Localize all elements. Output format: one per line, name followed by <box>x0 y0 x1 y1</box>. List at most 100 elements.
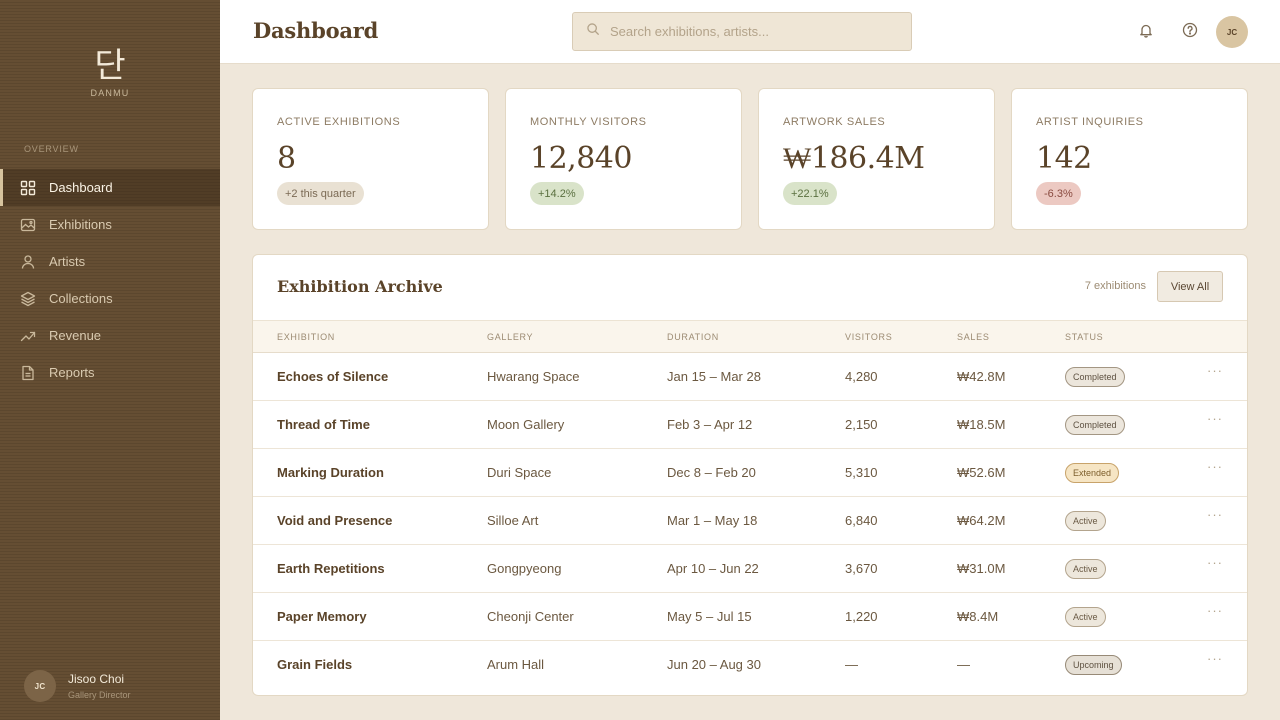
stat-value: 142 <box>1036 141 1092 176</box>
sidebar: 단 DANMU OVERVIEW Dashboard Exhibitions A… <box>0 0 220 720</box>
sidebar-item-dashboard[interactable]: Dashboard <box>0 169 220 206</box>
stat-trend-badge: +22.1% <box>783 182 837 205</box>
status-badge: Completed <box>1065 415 1125 435</box>
sales-amount: — <box>957 657 970 672</box>
exhibition-count: 7 exhibitions <box>1084 280 1146 292</box>
sidebar-item-label: Dashboard <box>49 180 113 195</box>
row-more-menu-icon[interactable]: ··· <box>1207 459 1223 474</box>
row-more-menu-icon[interactable]: ··· <box>1207 411 1223 426</box>
user-meta: Jisoo Choi Gallery Director <box>68 672 131 700</box>
sidebar-item-label: Collections <box>49 291 113 306</box>
gallery-name: Arum Hall <box>487 657 545 672</box>
user-icon <box>20 254 36 270</box>
table-row[interactable]: Paper Memory Cheonji Center May 5 – Jul … <box>253 593 1247 641</box>
visitor-count: 1,220 <box>845 609 878 624</box>
brand-name: DANMU <box>90 88 130 98</box>
image-icon <box>20 217 36 233</box>
column-header-status[interactable]: STATUS <box>1065 332 1103 342</box>
table-header: EXHIBITION GALLERY DURATION VISITORS SAL… <box>253 320 1247 353</box>
header-avatar[interactable]: JC <box>1216 16 1248 48</box>
column-header-duration[interactable]: DURATION <box>667 332 719 342</box>
status-badge: Extended <box>1065 463 1120 483</box>
exhibition-name: Echoes of Silence <box>277 369 389 384</box>
column-header-exhibition[interactable]: EXHIBITION <box>277 332 335 342</box>
sidebar-item-label: Artists <box>49 254 86 269</box>
row-more-menu-icon[interactable]: ··· <box>1207 603 1223 618</box>
exhibition-duration: Apr 10 – Jun 22 <box>667 561 759 576</box>
sidebar-item-label: Exhibitions <box>49 217 112 232</box>
stat-card-artwork-sales: ARTWORK SALES ₩186.4M +22.1% <box>758 88 995 230</box>
stat-label: ARTWORK SALES <box>783 116 886 128</box>
sales-amount: ₩42.8M <box>957 369 1006 384</box>
stat-value: 12,840 <box>530 141 632 176</box>
exhibition-duration: Dec 8 – Feb 20 <box>667 465 756 480</box>
stat-trend-badge: -6.3% <box>1036 182 1081 205</box>
sidebar-item-collections[interactable]: Collections <box>0 280 220 317</box>
brand-mark: 단 <box>94 46 126 86</box>
table-row[interactable]: Void and Presence Silloe Art Mar 1 – May… <box>253 497 1247 545</box>
view-all-button[interactable]: View All <box>1157 271 1223 302</box>
brand-logo[interactable]: 단 DANMU <box>0 46 220 98</box>
exhibition-name: Marking Duration <box>277 465 384 480</box>
table-row[interactable]: Thread of Time Moon Gallery Feb 3 – Apr … <box>253 401 1247 449</box>
stat-value: ₩186.4M <box>783 141 925 176</box>
row-more-menu-icon[interactable]: ··· <box>1207 507 1223 522</box>
exhibition-duration: May 5 – Jul 15 <box>667 609 752 624</box>
table-row[interactable]: Grain Fields Arum Hall Jun 20 – Aug 30 —… <box>253 641 1247 689</box>
exhibition-duration: Feb 3 – Apr 12 <box>667 417 753 432</box>
file-text-icon <box>20 365 36 381</box>
sales-amount: ₩31.0M <box>957 561 1006 576</box>
grid-icon <box>20 180 36 196</box>
row-more-menu-icon[interactable]: ··· <box>1207 651 1223 666</box>
exhibition-name: Void and Presence <box>277 513 393 528</box>
search-box[interactable] <box>572 12 912 51</box>
visitor-count: — <box>845 657 858 672</box>
table-row[interactable]: Echoes of Silence Hwarang Space Jan 15 –… <box>253 353 1247 401</box>
layers-icon <box>20 291 36 307</box>
help-button[interactable] <box>1180 22 1200 42</box>
gallery-name: Duri Space <box>487 465 552 480</box>
sidebar-item-reports[interactable]: Reports <box>0 354 220 391</box>
exhibition-archive-panel: Exhibition Archive 7 exhibitions View Al… <box>252 254 1248 696</box>
sidebar-item-label: Revenue <box>49 328 102 343</box>
exhibition-name: Paper Memory <box>277 609 367 624</box>
column-header-sales[interactable]: SALES <box>957 332 990 342</box>
notifications-button[interactable] <box>1136 22 1156 42</box>
stat-trend-badge: +2 this quarter <box>277 182 364 205</box>
bell-icon <box>1138 22 1154 43</box>
stat-label: ACTIVE EXHIBITIONS <box>277 116 401 128</box>
exhibition-name: Earth Repetitions <box>277 561 385 576</box>
stat-label: ARTIST INQUIRIES <box>1036 116 1144 128</box>
user-name: Jisoo Choi <box>68 672 125 686</box>
panel-title: Exhibition Archive <box>277 277 443 296</box>
visitor-count: 5,310 <box>845 465 878 480</box>
row-more-menu-icon[interactable]: ··· <box>1207 363 1223 378</box>
stat-trend-badge: +14.2% <box>530 182 584 205</box>
sidebar-nav: Dashboard Exhibitions Artists Collection… <box>0 169 220 391</box>
table-row[interactable]: Earth Repetitions Gongpyeong Apr 10 – Ju… <box>253 545 1247 593</box>
current-user[interactable]: JC Jisoo Choi Gallery Director <box>24 670 131 702</box>
search-input[interactable] <box>610 24 900 39</box>
stat-card-monthly-visitors: MONTHLY VISITORS 12,840 +14.2% <box>505 88 742 230</box>
stat-card-active-exhibitions: ACTIVE EXHIBITIONS 8 +2 this quarter <box>252 88 489 230</box>
column-header-gallery[interactable]: GALLERY <box>487 332 533 342</box>
row-more-menu-icon[interactable]: ··· <box>1207 555 1223 570</box>
gallery-name: Moon Gallery <box>487 417 565 432</box>
status-badge: Completed <box>1065 367 1125 387</box>
sidebar-item-revenue[interactable]: Revenue <box>0 317 220 354</box>
trending-up-icon <box>20 328 36 344</box>
stat-card-artist-inquiries: ARTIST INQUIRIES 142 -6.3% <box>1011 88 1248 230</box>
status-badge: Active <box>1065 607 1106 627</box>
gallery-name: Hwarang Space <box>487 369 580 384</box>
sidebar-item-exhibitions[interactable]: Exhibitions <box>0 206 220 243</box>
sidebar-item-artists[interactable]: Artists <box>0 243 220 280</box>
column-header-visitors[interactable]: VISITORS <box>845 332 892 342</box>
gallery-name: Cheonji Center <box>487 609 574 624</box>
sales-amount: ₩52.6M <box>957 465 1006 480</box>
visitor-count: 3,670 <box>845 561 878 576</box>
status-badge: Upcoming <box>1065 655 1122 675</box>
gallery-name: Silloe Art <box>487 513 539 528</box>
visitor-count: 2,150 <box>845 417 878 432</box>
table-row[interactable]: Marking Duration Duri Space Dec 8 – Feb … <box>253 449 1247 497</box>
user-role: Gallery Director <box>68 690 131 700</box>
